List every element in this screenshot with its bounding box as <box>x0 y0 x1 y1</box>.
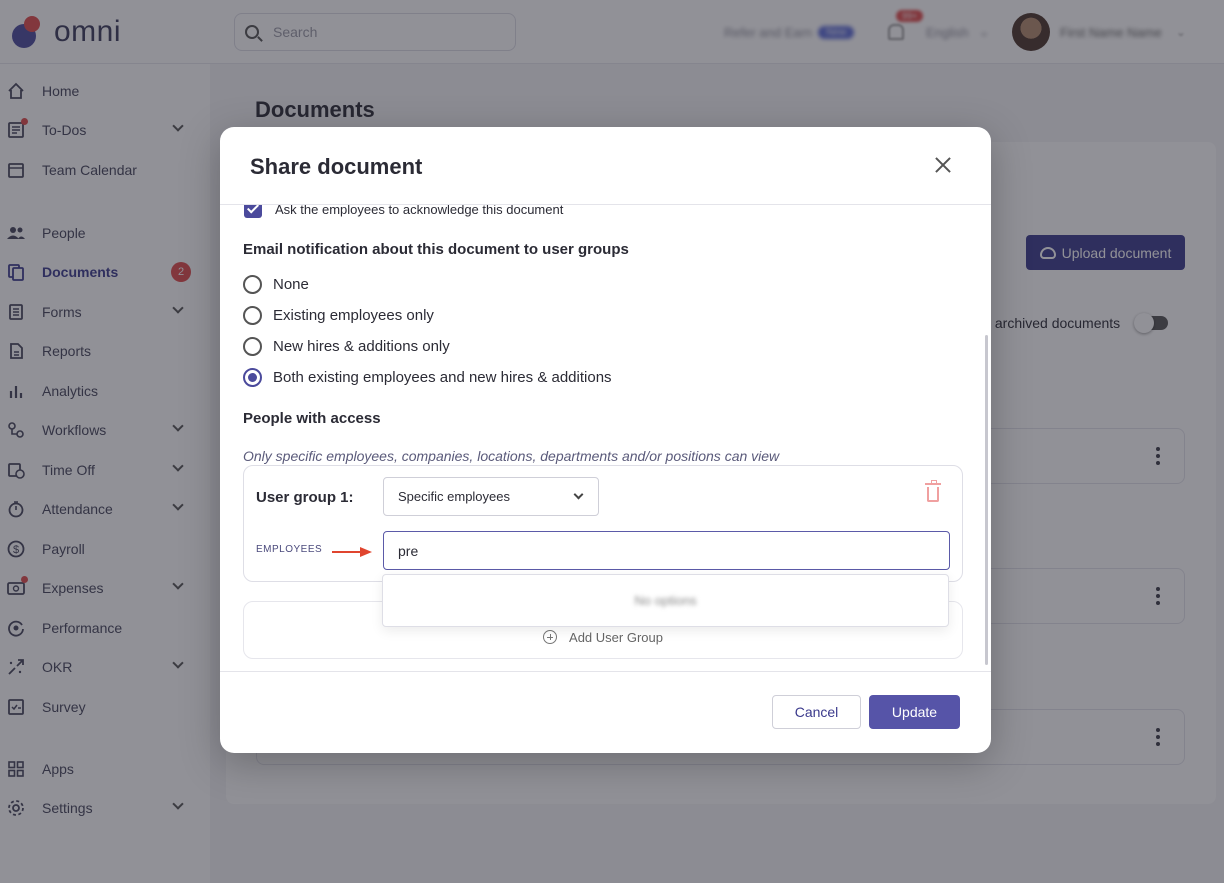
close-icon[interactable] <box>933 155 953 175</box>
radio-button[interactable] <box>243 274 262 294</box>
plus-circle-icon <box>543 630 558 644</box>
trash-icon[interactable] <box>925 480 941 502</box>
access-note: Only specific employees, companies, loca… <box>243 448 780 464</box>
radio-label: Existing employees only <box>273 306 434 324</box>
people-with-access-heading: People with access <box>243 410 381 427</box>
employees-label: EMPLOYEES <box>256 544 323 555</box>
share-document-modal: Share document Ask the employees to ackn… <box>220 127 991 753</box>
chevron-down-icon <box>573 489 584 500</box>
email-notification-heading: Email notification about this document t… <box>243 241 629 258</box>
update-button[interactable]: Update <box>869 695 960 729</box>
acknowledge-label: Ask the employees to acknowledge this do… <box>275 205 564 217</box>
radio-label: None <box>273 275 309 293</box>
select-value: Specific employees <box>398 489 510 504</box>
radio-option-none[interactable]: None <box>243 273 309 295</box>
user-group-label: User group 1: <box>256 489 354 506</box>
radio-option-existing-employees[interactable]: Existing employees only <box>243 304 434 326</box>
modal-scrollbar[interactable] <box>985 335 988 665</box>
user-group-type-select[interactable]: Specific employees <box>383 477 599 516</box>
radio-button[interactable] <box>243 336 262 356</box>
radio-button[interactable] <box>243 305 262 325</box>
radio-option-both[interactable]: Both existing employees and new hires & … <box>243 366 612 388</box>
radio-label: New hires & additions only <box>273 337 450 355</box>
employees-dropdown: No options <box>382 574 949 627</box>
radio-button-selected[interactable] <box>243 367 262 387</box>
acknowledge-checkbox[interactable] <box>244 205 262 218</box>
radio-option-new-hires[interactable]: New hires & additions only <box>243 335 450 357</box>
modal-title: Share document <box>250 154 423 179</box>
red-arrow-icon <box>332 547 376 557</box>
add-user-group-label: Add User Group <box>569 629 663 645</box>
acknowledge-checkbox-row[interactable]: Ask the employees to acknowledge this do… <box>244 205 563 219</box>
employees-search-input[interactable] <box>383 531 950 570</box>
modal-body: Ask the employees to acknowledge this do… <box>220 205 991 671</box>
modal-header: Share document <box>220 127 991 205</box>
cancel-button[interactable]: Cancel <box>772 695 861 729</box>
modal-footer: Cancel Update <box>220 671 991 753</box>
no-options-text: No options <box>634 593 697 608</box>
radio-label: Both existing employees and new hires & … <box>273 368 612 386</box>
user-group-card: User group 1: Specific employees EMPLOYE… <box>243 465 963 582</box>
